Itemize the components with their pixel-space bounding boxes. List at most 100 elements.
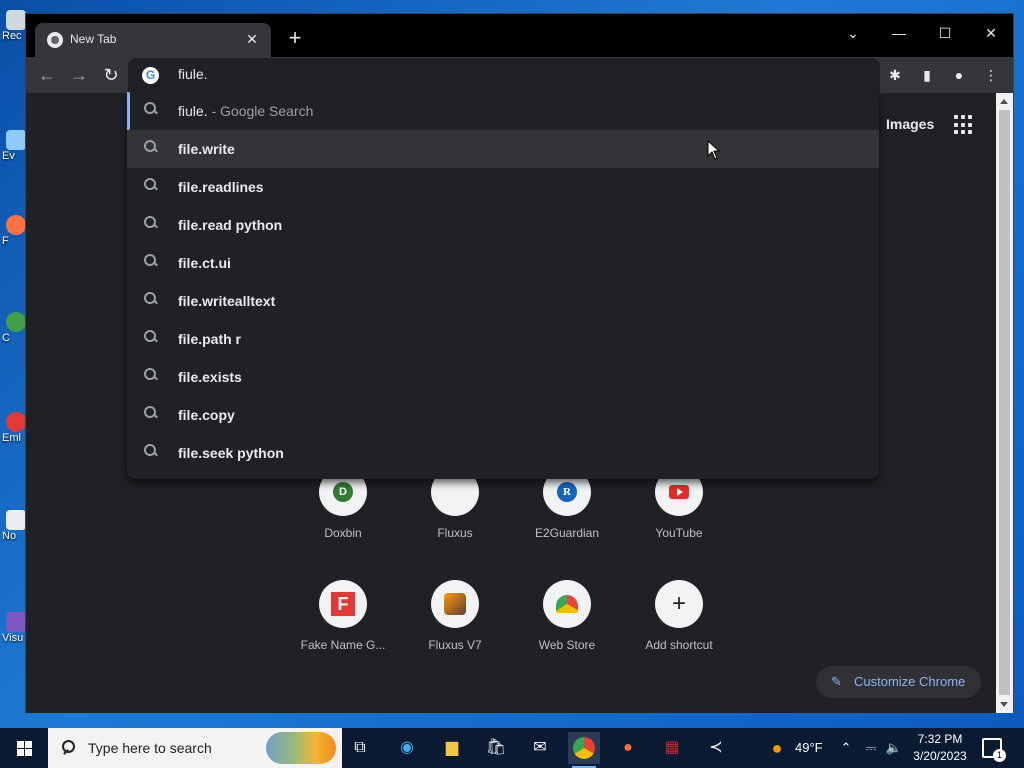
shortcut-label: Fake Name G... [300,638,386,652]
profile-icon[interactable]: ● [949,65,969,85]
scroll-up-icon[interactable] [1000,99,1008,104]
volume-icon[interactable]: 🔈 [885,728,903,768]
suggestion-query: fiule. [178,103,208,119]
suggestion-item[interactable]: file.seek python [127,434,879,472]
firefox-icon[interactable]: ● [612,732,644,764]
desktop-icon-recycle-bin[interactable]: Rec [2,10,26,42]
customize-chrome-button[interactable]: ✎ Customize Chrome [816,666,981,698]
visual-studio-icon [6,612,26,632]
desktop-icon-ev[interactable]: Ev [2,130,26,162]
images-link[interactable]: Images [886,116,934,132]
mouse-cursor-icon [707,140,721,160]
search-icon [144,444,158,458]
desktop-icon-chrome[interactable]: C [2,312,26,344]
suggestion-item[interactable]: file.path r [127,320,879,358]
scroll-down-icon[interactable] [1000,702,1008,707]
search-icon [144,216,158,230]
shortcut-add[interactable]: + Add shortcut [623,580,735,652]
clock-time: 7:32 PM [917,732,963,746]
search-icon [144,292,158,306]
search-placeholder: Type here to search [88,740,212,756]
tab-new-tab[interactable]: New Tab ✕ [35,23,271,57]
mail-icon[interactable]: ✉ [524,732,556,764]
menu-icon[interactable]: ⋮ [981,65,1001,85]
suggestion-text: file.exists [178,369,242,385]
suggestion-text: file.read python [178,217,283,233]
minimize-button[interactable]: — [884,20,914,46]
suggestion-text: file.write [178,141,235,157]
suggestion-item[interactable]: file.read python [127,206,879,244]
desktop-icon-eml[interactable]: Eml [2,412,26,444]
new-tab-button[interactable]: + [284,27,306,49]
start-button[interactable] [0,728,48,768]
pencil-icon: ✎ [831,674,842,689]
search-icon [144,254,158,268]
plus-icon: + [671,590,686,617]
maximize-button[interactable]: ☐ [930,20,960,46]
chrome-icon [573,737,595,759]
scrollbar-thumb[interactable] [999,110,1010,695]
weather-temp[interactable]: 49°F [795,728,823,768]
tab-title: New Tab [70,32,117,46]
show-hidden-icons-icon[interactable]: ⌃ [839,728,853,768]
search-icon [144,406,158,420]
toolbar: ← → ↻ G ✱ ▮ ● ⋮ [26,57,1013,93]
extensions-icon[interactable]: ✱ [885,65,905,85]
shortcut-fluxus-v7[interactable]: Fluxus V7 [399,580,511,652]
search-icon [144,140,158,154]
suggestion-item[interactable]: file.readlines [127,168,879,206]
firefox-icon [6,215,26,235]
file-explorer-icon[interactable]: ▆ [436,732,468,764]
chrome-taskbar-icon[interactable] [568,732,600,768]
suggestion-item[interactable]: file.ct.ui [127,244,879,282]
desktop-icon-f[interactable]: F [2,215,26,247]
close-tab-icon[interactable]: ✕ [243,30,261,48]
e2guardian-icon: R [557,482,577,502]
close-window-button[interactable]: ✕ [976,20,1006,46]
shortcut-label: Doxbin [324,526,362,540]
taskbar-search[interactable]: Type here to search [48,728,342,768]
weather-icon[interactable]: ● [766,728,788,768]
omnibox[interactable]: G [128,58,880,93]
back-button[interactable]: ← [36,64,58,86]
taskbar: Type here to search ⧉ ◉ ▆ 🛍 ✉ ● ▦ ≺ ● 49… [0,728,1024,768]
reload-button[interactable]: ↻ [100,64,122,86]
store-icon[interactable]: 🛍 [480,732,512,764]
suggestion-item[interactable]: fiule. - Google Search [127,92,879,130]
notifications-icon[interactable]: 1 [982,738,1006,762]
title-bar: New Tab ✕ + ⌄ — ☐ ✕ [26,14,1013,57]
forward-button[interactable]: → [68,64,90,86]
side-panel-icon[interactable]: ▮ [917,65,937,85]
recycle-bin-icon [6,10,26,30]
edge-icon[interactable]: ◉ [391,732,423,764]
doxbin-icon: D [333,482,353,502]
shortcut-label: Web Store [538,638,596,652]
task-view-icon[interactable]: ⧉ [344,732,376,764]
suggestion-item[interactable]: file.write [127,130,879,168]
shortcut-tile: F [319,580,367,628]
tab-search-button[interactable]: ⌄ [838,20,868,46]
shortcut-web-store[interactable]: Web Store [511,580,623,652]
suggestion-item[interactable]: file.writealltext [127,282,879,320]
suggestion-item[interactable]: file.copy [127,396,879,434]
suggestion-text: file.ct.ui [178,255,231,271]
app-icon[interactable]: ≺ [700,732,732,764]
desktop-icon-visual-studio[interactable]: Visu [2,612,26,644]
scrollbar[interactable] [996,93,1013,713]
search-icon [62,740,76,754]
chrome-icon [6,312,26,332]
fluxus-icon [444,593,466,615]
suggestion-item[interactable]: file.exists [127,358,879,396]
google-apps-icon[interactable] [954,115,974,135]
desktop-icon-notepad[interactable]: No [2,510,26,542]
winrar-icon[interactable]: ▦ [656,732,688,764]
omnibox-suggestions: fiule. - Google Search file.write file.r… [127,92,879,479]
clock[interactable]: 7:32 PM 3/20/2023 [905,731,975,765]
address-input[interactable] [178,66,778,82]
app-icon [6,130,26,150]
network-icon[interactable]: ⎓ [862,728,880,768]
clock-date: 3/20/2023 [913,749,967,763]
google-icon: G [142,67,159,84]
chrome-favicon-icon [47,32,63,48]
shortcut-fake-name-generator[interactable]: F Fake Name G... [287,580,399,652]
